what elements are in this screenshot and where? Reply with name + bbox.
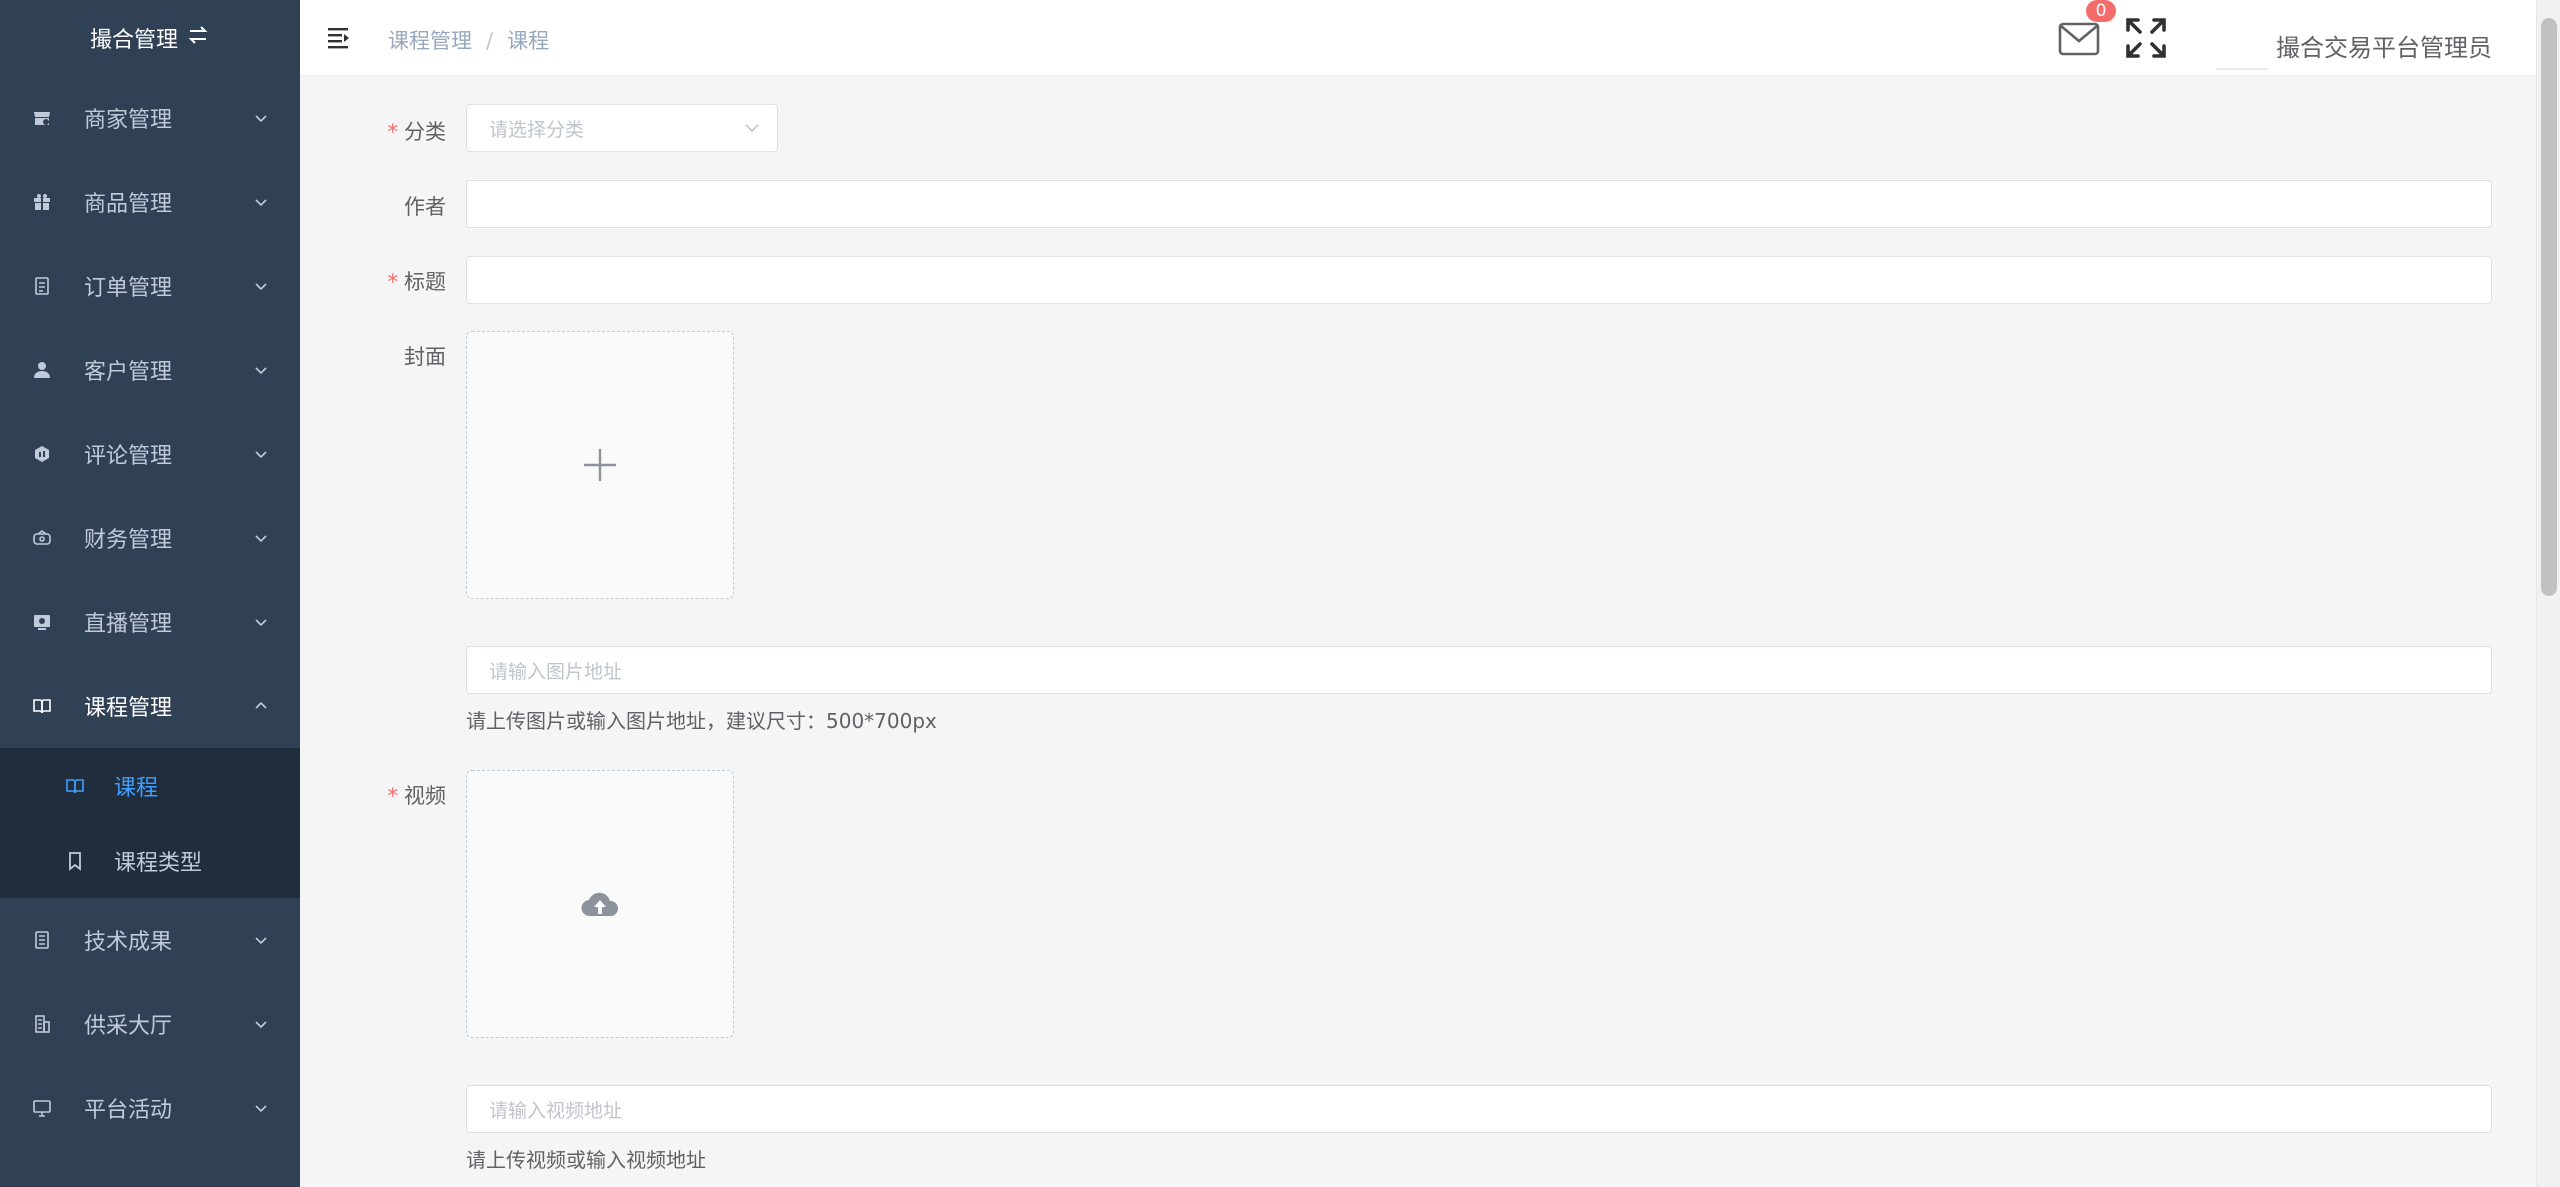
breadcrumb-item-course-management[interactable]: 课程管理 [388, 29, 472, 53]
chevron-down-icon [255, 367, 267, 375]
cover-url-input[interactable]: 请输入图片地址 [466, 646, 2492, 694]
course-submenu: 课程 课程类型 [0, 748, 300, 898]
sidebar-item-course-type[interactable]: 课程类型 [0, 823, 300, 898]
category-label-text: 分类 [404, 120, 446, 144]
message-badge: 0 [2086, 0, 2116, 22]
cover-tip: 请上传图片或输入图片地址，建议尺寸：500*700px [466, 709, 937, 733]
menu-item-label: 直播管理 [84, 612, 173, 637]
plus-icon [584, 449, 616, 481]
title-label: * 标题 [300, 266, 447, 296]
menu-item-customers[interactable]: 客户管理 [0, 328, 300, 412]
menu-item-goods[interactable]: 商品管理 [0, 160, 300, 244]
chevron-down-icon [255, 619, 267, 627]
user-icon [30, 358, 54, 382]
video-uploader[interactable] [466, 770, 734, 1038]
shop-icon [30, 106, 54, 130]
author-label: 作者 [300, 191, 446, 221]
menu-item-label: 商品管理 [84, 192, 173, 217]
sidebar-item-course[interactable]: 课程 [0, 748, 300, 823]
menu-item-label: 评论管理 [84, 444, 173, 469]
cover-label-text: 封面 [404, 345, 446, 369]
cover-label: 封面 [300, 341, 446, 371]
author-input[interactable] [466, 180, 2492, 228]
video-url-placeholder: 请输入视频地址 [489, 1099, 623, 1122]
required-mark: * [387, 270, 399, 294]
author-label-text: 作者 [404, 195, 446, 219]
chevron-down-icon [745, 124, 759, 133]
required-mark: * [387, 784, 399, 808]
cloud-upload-icon [581, 892, 619, 917]
live-icon [30, 610, 54, 634]
breadcrumb-separator: / [486, 29, 494, 53]
sidebar-logo[interactable]: 撮合管理 [0, 0, 300, 76]
username[interactable]: 撮合交易平台管理员 [2276, 28, 2492, 63]
chevron-down-icon [255, 115, 267, 123]
wallet-icon [30, 526, 54, 550]
sub-item-label: 课程类型 [114, 850, 203, 876]
breadcrumb-item-course: 课程 [507, 29, 550, 53]
menu-item-label: 订单管理 [84, 276, 173, 301]
menu-item-course[interactable]: 课程管理 [0, 664, 300, 748]
swap-icon[interactable] [186, 23, 210, 53]
menu-item-live[interactable]: 直播管理 [0, 580, 300, 664]
chevron-down-icon [255, 1105, 267, 1113]
menu-item-label: 技术成果 [84, 930, 173, 955]
menu-item-label: 供采大厅 [84, 1014, 173, 1039]
fullscreen-icon[interactable] [2124, 16, 2168, 60]
monitor-icon [30, 1096, 54, 1120]
chevron-down-icon [255, 937, 267, 945]
document-icon [30, 274, 54, 298]
required-mark: * [387, 120, 399, 144]
navbar: 课程管理 / 课程 0 撮合交易平台管理员 [300, 0, 2536, 76]
menu-item-label: 客户管理 [84, 360, 173, 385]
video-label-text: 视频 [404, 784, 446, 808]
menu-item-label: 课程管理 [84, 696, 173, 721]
gift-icon [30, 190, 54, 214]
mail-icon[interactable] [2058, 22, 2100, 56]
chevron-down-icon [255, 199, 267, 207]
menu-item-merchant[interactable]: 商家管理 [0, 76, 300, 160]
sidebar: 撮合管理 商家管理 商品管理 订单管理 客户管理 评论管理 财务管理 直播管理 [0, 0, 300, 1187]
title-input[interactable] [466, 256, 2492, 304]
menu-item-label: 商家管理 [84, 108, 173, 133]
chevron-down-icon [255, 451, 267, 459]
menu-item-comments[interactable]: 评论管理 [0, 412, 300, 496]
category-placeholder: 请选择分类 [489, 118, 585, 141]
menu-item-activity[interactable]: 平台活动 [0, 1066, 300, 1150]
chevron-down-icon [255, 283, 267, 291]
bookmark-icon [64, 850, 86, 872]
category-select[interactable]: 请选择分类 [466, 104, 778, 152]
video-label: * 视频 [300, 780, 447, 810]
page-scrollbar[interactable] [2536, 0, 2560, 1187]
category-label: * 分类 [300, 116, 447, 146]
chevron-down-icon [255, 1021, 267, 1029]
menu-item-label: 平台活动 [84, 1098, 173, 1123]
menu-item-procurement[interactable]: 供采大厅 [0, 982, 300, 1066]
comment-icon [30, 442, 54, 466]
menu-item-orders[interactable]: 订单管理 [0, 244, 300, 328]
book-icon [30, 694, 54, 718]
sidebar-title: 撮合管理 [89, 28, 178, 53]
course-form: * 分类 请选择分类 作者 * 标题 封面 请输入图片地址 请上传图片或输入图片地址… [300, 76, 2536, 1187]
title-label-text: 标题 [404, 270, 446, 294]
sub-item-label: 课程 [114, 775, 159, 801]
book-icon [64, 775, 86, 797]
building-icon [30, 1012, 54, 1036]
breadcrumb: 课程管理 / 课程 [388, 25, 549, 55]
scrollbar-thumb[interactable] [2541, 18, 2557, 596]
video-tip: 请上传视频或输入视频地址 [466, 1148, 706, 1172]
menu-item-tech[interactable]: 技术成果 [0, 898, 300, 982]
menu-item-label: 财务管理 [84, 528, 173, 553]
avatar[interactable] [2216, 10, 2268, 70]
chevron-down-icon [255, 535, 267, 543]
video-url-input[interactable]: 请输入视频地址 [466, 1085, 2492, 1133]
cover-uploader[interactable] [466, 331, 734, 599]
cover-url-placeholder: 请输入图片地址 [489, 660, 623, 683]
chevron-up-icon [255, 701, 267, 709]
hamburger-icon[interactable] [326, 24, 352, 50]
menu-item-finance[interactable]: 财务管理 [0, 496, 300, 580]
notebook-icon [30, 928, 54, 952]
